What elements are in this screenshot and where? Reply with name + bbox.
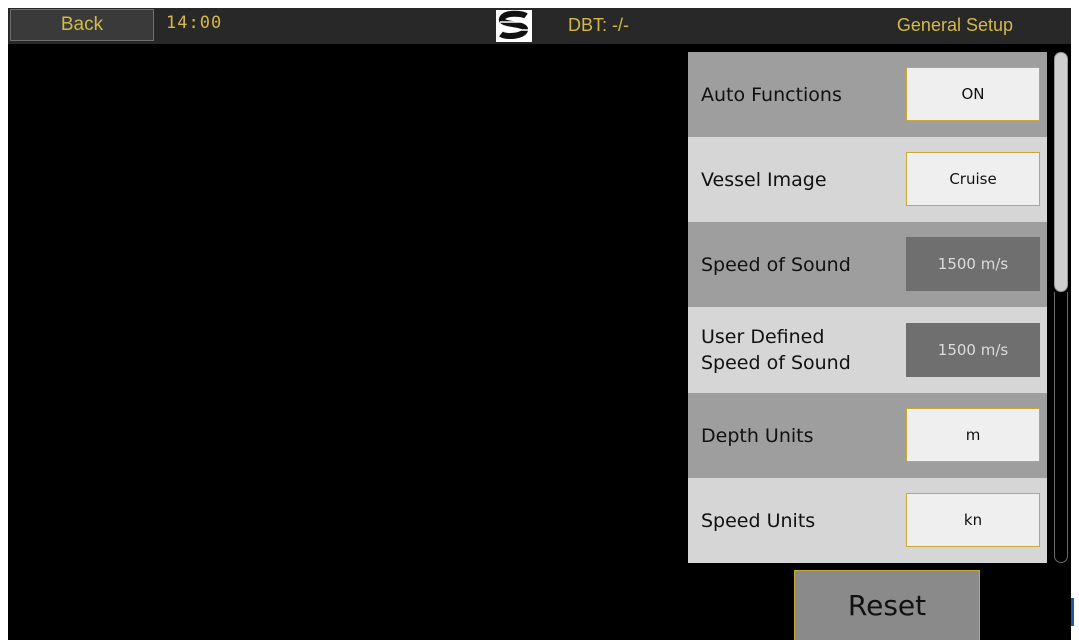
depth-below-transducer: DBT: -/- <box>568 15 629 35</box>
setting-row-speed-units: Speed Units kn <box>688 478 1047 563</box>
setting-label-line: User Defined <box>701 326 825 348</box>
vessel-image-value-button[interactable]: Cruise <box>906 152 1040 206</box>
clock-display: 14:00 <box>166 13 223 33</box>
depth-units-value-button[interactable]: m <box>906 408 1040 462</box>
setting-row-vessel-image: Vessel Image Cruise <box>688 137 1047 222</box>
setting-label: Vessel Image <box>701 169 827 191</box>
settings-scrollbar[interactable] <box>1053 52 1071 563</box>
speed-units-value-button[interactable]: kn <box>906 493 1040 547</box>
setting-row-user-defined-speed-of-sound: User Defined Speed of Sound 1500 m/s <box>688 307 1047 393</box>
user-defined-speed-of-sound-value: 1500 m/s <box>906 323 1040 377</box>
s-logo-icon <box>496 10 532 42</box>
auto-functions-value-button[interactable]: ON <box>906 67 1040 121</box>
top-bar: Back 14:00 DBT: -/- General Setup <box>8 8 1071 44</box>
sonar-screen: Back 14:00 DBT: -/- General Setup Auto F… <box>8 8 1071 640</box>
speed-of-sound-value: 1500 m/s <box>906 237 1040 291</box>
back-button[interactable]: Back <box>10 9 154 41</box>
setting-label: Speed Units <box>701 510 816 532</box>
reset-button[interactable]: Reset <box>794 570 980 640</box>
settings-panel: Auto Functions ON Vessel Image Cruise Sp… <box>688 52 1047 563</box>
setting-row-auto-functions: Auto Functions ON <box>688 52 1047 137</box>
setting-label: User Defined Speed of Sound <box>701 324 851 376</box>
scrollbar-thumb[interactable] <box>1054 52 1068 292</box>
window-edge-marker <box>1071 598 1074 626</box>
page-title: General Setup <box>896 15 1013 35</box>
setting-label: Depth Units <box>701 425 814 447</box>
setting-row-depth-units: Depth Units m <box>688 393 1047 478</box>
setting-label: Speed of Sound <box>701 254 851 276</box>
scrollbar-track-lower <box>1054 292 1068 563</box>
setting-label: Auto Functions <box>701 84 842 106</box>
setting-row-speed-of-sound: Speed of Sound 1500 m/s <box>688 222 1047 307</box>
setting-label-line: Speed of Sound <box>701 352 851 374</box>
